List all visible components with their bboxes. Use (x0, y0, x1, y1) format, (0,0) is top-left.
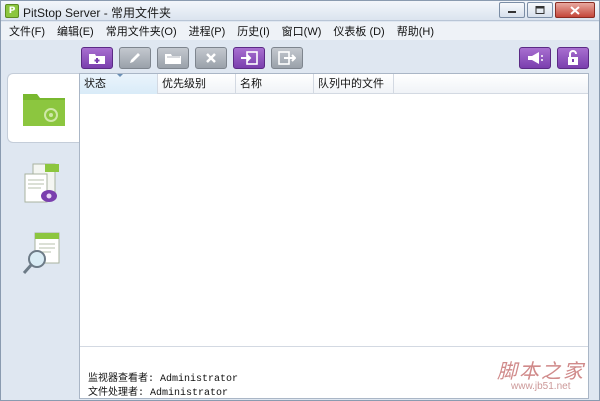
pdf-processing-icon (24, 163, 59, 203)
column-header-name[interactable]: 名称 (236, 74, 314, 94)
unlock-icon (568, 50, 578, 65)
hot-folder-list[interactable] (80, 95, 588, 347)
app-window: P PitStop Server - 常用文件夹 文件(F) 编辑(E) 常用文… (0, 0, 600, 401)
lock-button[interactable] (557, 47, 589, 69)
import-icon (241, 51, 258, 65)
menu-file[interactable]: 文件(F) (3, 23, 51, 39)
window-title: PitStop Server - 常用文件夹 (23, 6, 172, 20)
close-icon (570, 5, 580, 15)
menu-window[interactable]: 窗口(W) (276, 23, 328, 39)
pitstop-app-icon: P (5, 4, 19, 18)
sidebar (5, 73, 79, 398)
site-watermark: 脚本之家 www.jb51.net (497, 355, 597, 399)
maximize-button[interactable] (527, 2, 553, 18)
sidebar-item-processing[interactable] (7, 149, 79, 219)
menu-bar: 文件(F) 编辑(E) 常用文件夹(O) 进程(P) 历史(I) 窗口(W) 仪… (1, 22, 599, 40)
new-hot-folder-button[interactable] (81, 47, 113, 69)
sidebar-item-reports[interactable] (7, 219, 79, 289)
megaphone-icon (528, 52, 543, 64)
pencil-icon (130, 53, 140, 63)
edit-button[interactable] (119, 47, 151, 69)
report-search-icon (22, 232, 60, 274)
new-folder-icon (89, 54, 105, 64)
column-header-priority[interactable]: 优先级别 (158, 74, 236, 94)
delete-x-icon (206, 53, 216, 63)
export-button[interactable] (271, 47, 303, 69)
minimize-button[interactable] (499, 2, 525, 18)
menu-history[interactable]: 历史(I) (231, 23, 275, 39)
minimize-icon (508, 11, 516, 13)
menu-process[interactable]: 进程(P) (183, 23, 232, 39)
hot-folder-list-panel: 状态 优先级别 名称 队列中的文件 监视器查看者: Administrator … (79, 73, 589, 399)
notifications-button[interactable] (519, 47, 551, 69)
toolbar (79, 45, 599, 71)
export-icon (278, 51, 296, 65)
menu-edit[interactable]: 编辑(E) (51, 23, 100, 39)
column-header-queued-files[interactable]: 队列中的文件 (314, 74, 394, 94)
close-button[interactable] (555, 2, 595, 18)
file-processor-status: 文件处理者: Administrator (88, 388, 229, 399)
column-label: 状态 (84, 78, 106, 90)
open-folder-button[interactable] (157, 47, 189, 69)
window-controls (497, 2, 595, 18)
sort-arrow-icon (117, 74, 123, 77)
menu-dashboard[interactable]: 仪表板 (D) (327, 23, 390, 39)
sidebar-item-hot-folders[interactable] (7, 73, 79, 143)
watermark-logo-text: 脚本之家 (497, 359, 585, 383)
maximize-icon (535, 6, 545, 14)
column-header-status[interactable]: 状态 (80, 74, 158, 94)
menu-help[interactable]: 帮助(H) (391, 23, 440, 39)
menu-hot-folders[interactable]: 常用文件夹(O) (100, 23, 183, 39)
delete-button[interactable] (195, 47, 227, 69)
hot-folder-icon (22, 94, 65, 126)
table-header: 状态 优先级别 名称 队列中的文件 (80, 74, 588, 94)
folder-icon (165, 54, 181, 64)
import-button[interactable] (233, 47, 265, 69)
title-bar[interactable]: P PitStop Server - 常用文件夹 (1, 1, 599, 21)
watermark-url: www.jb51.net (511, 381, 571, 392)
